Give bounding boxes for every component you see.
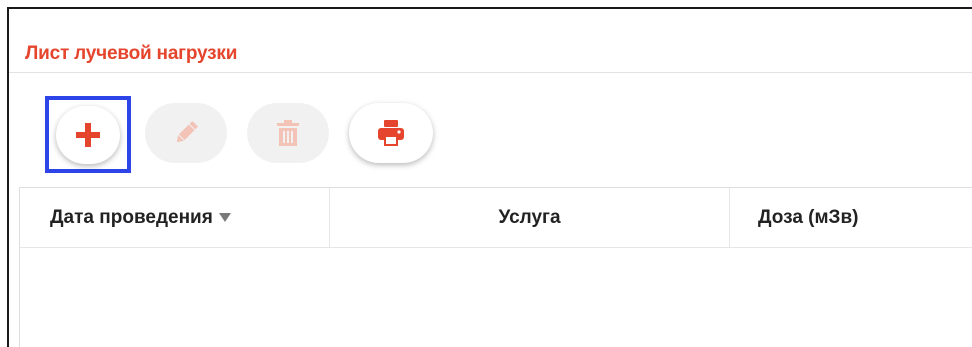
add-button-face[interactable] [56, 105, 120, 164]
column-header-dose-label: Доза (мЗв) [758, 207, 859, 228]
header-divider [9, 72, 972, 73]
add-button[interactable] [45, 96, 131, 173]
plus-icon [75, 122, 101, 148]
pencil-icon [172, 119, 200, 147]
radiation-load-table: Дата проведения Услуга Доза (мЗв) [19, 187, 972, 347]
sort-desc-icon [218, 207, 231, 229]
print-button[interactable] [349, 103, 433, 163]
trash-icon [276, 119, 300, 147]
printer-icon [377, 119, 405, 147]
table-header: Дата проведения Услуга Доза (мЗв) [20, 188, 972, 248]
column-header-service[interactable]: Услуга [330, 188, 730, 248]
panel-title: Лист лучевой нагрузки [25, 43, 238, 64]
delete-button[interactable] [247, 103, 329, 163]
column-header-service-label: Услуга [498, 207, 561, 228]
radiation-load-panel: Лист лучевой нагрузки Дата проведения Ус… [7, 7, 972, 347]
column-header-date[interactable]: Дата проведения [20, 188, 330, 248]
edit-button[interactable] [145, 103, 227, 163]
column-header-dose[interactable]: Доза (мЗв) [730, 188, 972, 248]
column-header-date-label: Дата проведения [50, 207, 213, 228]
